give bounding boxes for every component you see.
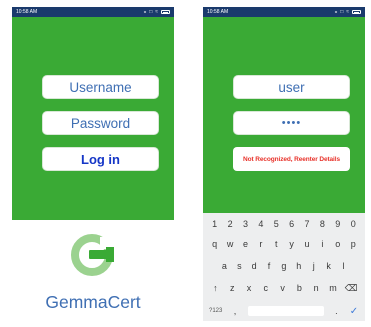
keyboard-row-a: a s d f g h j k l (203, 257, 365, 275)
status-time: 10:58 AM (207, 9, 229, 15)
status-bar: 10:58 AM ⁎ □ ≈ (12, 7, 174, 17)
period-key[interactable]: . (331, 306, 341, 316)
shift-key-icon[interactable]: ↑ (210, 283, 220, 293)
password-field[interactable]: •••• (233, 111, 350, 135)
error-message: Not Recognized, Reenter Details (233, 147, 350, 171)
login-screen: 10:58 AM ⁎ □ ≈ Username Password Log in … (12, 7, 174, 321)
key-3[interactable]: 3 (240, 219, 250, 229)
key-o[interactable]: o (333, 239, 343, 249)
key-y[interactable]: y (287, 239, 297, 249)
error-screen: 10:58 AM ⁎ □ ≈ user •••• Not Recognized,… (203, 7, 365, 321)
keyboard-row-z: ↑ z x c v b n m ⌫ (203, 279, 365, 297)
key-4[interactable]: 4 (256, 219, 266, 229)
key-0[interactable]: 0 (348, 219, 358, 229)
status-time: 10:58 AM (16, 9, 38, 15)
soft-keyboard: 1 2 3 4 5 6 7 8 9 0 q w e r t y u i o p … (203, 213, 365, 321)
keyboard-row-q: q w e r t y u i o p (203, 235, 365, 253)
login-panel: Username Password Log in (12, 17, 174, 220)
key-n[interactable]: n (311, 283, 321, 293)
key-k[interactable]: k (324, 261, 334, 271)
key-t[interactable]: t (271, 239, 281, 249)
key-p[interactable]: p (348, 239, 358, 249)
key-m[interactable]: m (328, 283, 338, 293)
keyboard-number-row: 1 2 3 4 5 6 7 8 9 0 (203, 215, 365, 233)
battery-icon (161, 10, 170, 14)
key-a[interactable]: a (219, 261, 229, 271)
key-b[interactable]: b (294, 283, 304, 293)
key-6[interactable]: 6 (287, 219, 297, 229)
brand-logo: GemmaCert (12, 229, 174, 315)
status-icons: ⁎ □ ≈ (335, 9, 361, 15)
key-i[interactable]: i (317, 239, 327, 249)
key-d[interactable]: d (249, 261, 259, 271)
bluetooth-icon: ⁎ (143, 9, 147, 15)
login-panel: user •••• Not Recognized, Reenter Detail… (203, 17, 365, 213)
wifi-icon: ≈ (155, 9, 158, 15)
key-x[interactable]: x (244, 283, 254, 293)
key-9[interactable]: 9 (333, 219, 343, 229)
key-z[interactable]: z (227, 283, 237, 293)
key-u[interactable]: u (302, 239, 312, 249)
key-7[interactable]: 7 (302, 219, 312, 229)
key-j[interactable]: j (309, 261, 319, 271)
login-button[interactable]: Log in (42, 147, 159, 171)
symbols-mode-key[interactable]: ?123 (209, 308, 222, 314)
key-2[interactable]: 2 (225, 219, 235, 229)
key-l[interactable]: l (338, 261, 348, 271)
keyboard-bottom-row: ?123 , . ✓ (203, 302, 365, 320)
key-5[interactable]: 5 (271, 219, 281, 229)
key-1[interactable]: 1 (210, 219, 220, 229)
username-field[interactable]: user (233, 75, 350, 99)
comma-key[interactable]: , (230, 306, 240, 316)
key-f[interactable]: f (264, 261, 274, 271)
key-v[interactable]: v (278, 283, 288, 293)
brand-name-part2: Cert (107, 292, 141, 312)
password-field[interactable]: Password (42, 111, 159, 135)
key-8[interactable]: 8 (317, 219, 327, 229)
bluetooth-icon: ⁎ (334, 9, 338, 15)
key-h[interactable]: h (294, 261, 304, 271)
username-field[interactable]: Username (42, 75, 159, 99)
key-g[interactable]: g (279, 261, 289, 271)
brand-name: GemmaCert (12, 292, 174, 313)
enter-check-icon[interactable]: ✓ (349, 306, 359, 317)
status-bar: 10:58 AM ⁎ □ ≈ (203, 7, 365, 17)
battery-icon (352, 10, 361, 14)
key-w[interactable]: w (225, 239, 235, 249)
brand-name-part1: Gemma (45, 292, 108, 312)
backspace-key-icon[interactable]: ⌫ (345, 283, 358, 294)
key-e[interactable]: e (240, 239, 250, 249)
space-key[interactable] (247, 306, 324, 316)
wifi-icon: ≈ (346, 9, 349, 15)
key-r[interactable]: r (256, 239, 266, 249)
sim-icon: □ (340, 9, 344, 15)
status-icons: ⁎ □ ≈ (144, 9, 170, 15)
gemmacert-logo-icon (71, 234, 114, 276)
key-c[interactable]: c (261, 283, 271, 293)
key-s[interactable]: s (234, 261, 244, 271)
key-q[interactable]: q (210, 239, 220, 249)
sim-icon: □ (149, 9, 153, 15)
